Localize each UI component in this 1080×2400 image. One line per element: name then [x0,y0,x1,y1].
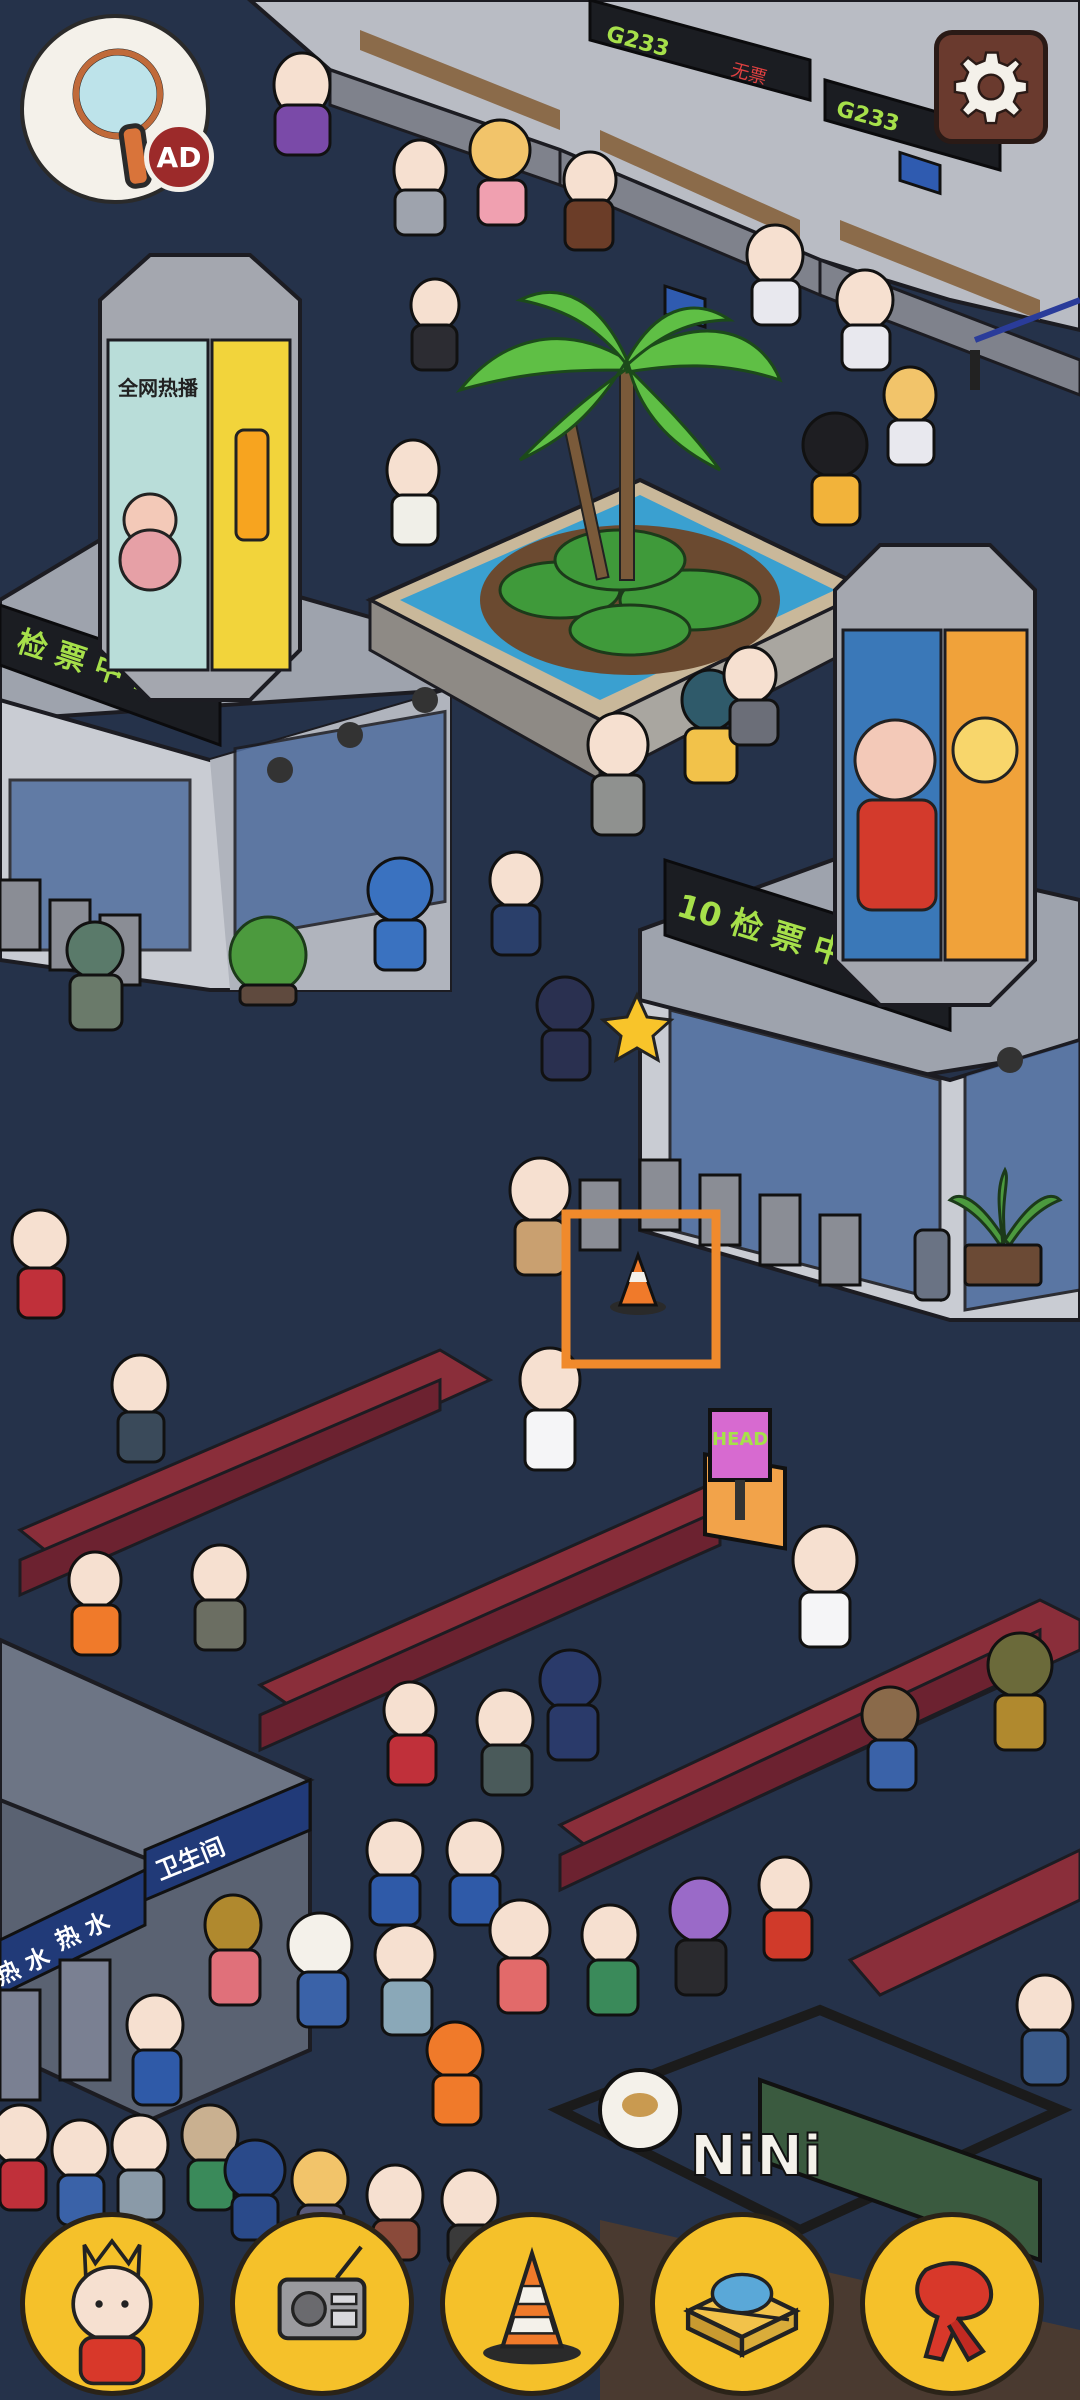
luggage-icon [683,2272,801,2358]
svg-text:NiNi: NiNi [690,2124,822,2189]
tray-slot-traffic-cone[interactable] [440,2212,624,2396]
station-scene: G233 无票 G233 检 票 中 11 全网热播 10 检 票 中 9 HE… [0,0,1080,2400]
item-tray [0,2200,1080,2400]
hint-button[interactable]: AD [20,14,214,204]
potted-plant-left [228,915,308,1007]
svg-text:HEAD: HEAD [712,1429,768,1450]
radio-icon [277,2245,367,2341]
game-screen: G233 无票 G233 检 票 中 11 全网热播 10 检 票 中 9 HE… [0,0,1080,2400]
tray-slot-character[interactable] [20,2212,204,2396]
tray-slot-radio[interactable] [230,2212,414,2396]
red-scarf-icon [915,2261,994,2363]
settings-button[interactable] [934,30,1048,144]
king-character-icon [71,2238,153,2386]
ad-badge: AD [144,122,214,192]
traffic-cone-icon [483,2246,581,2365]
tray-slot-luggage[interactable] [650,2212,834,2396]
svg-text:全网热播: 全网热播 [117,376,199,400]
tray-slot-red-scarf[interactable] [860,2212,1044,2396]
gear-icon [953,51,1029,125]
